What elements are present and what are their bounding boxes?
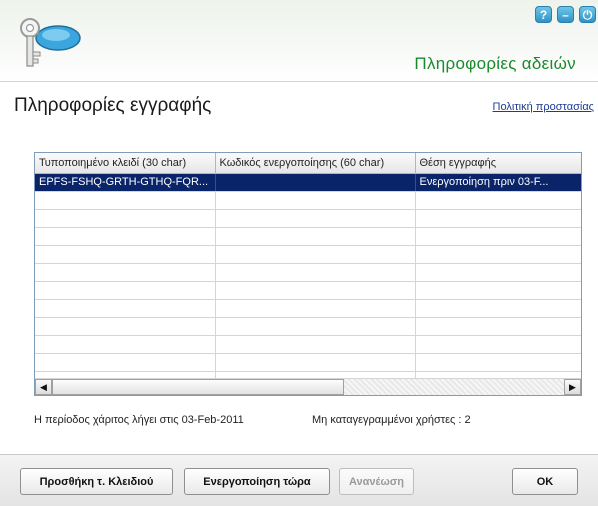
minimize-icon[interactable]: – <box>557 6 574 23</box>
app-header: ? – ⏻ Πληροφορίες αδειών <box>0 0 598 82</box>
table-cell-key[interactable]: EPFS-FSHQ-GRTH-GTHQ-FQR... <box>35 173 216 192</box>
table-cell[interactable] <box>35 317 216 336</box>
table-cell[interactable] <box>35 353 216 372</box>
scroll-thumb[interactable] <box>52 379 344 395</box>
table-cell[interactable] <box>35 299 216 318</box>
license-table: Τυποποιημένο κλειδί (30 char) Κωδικός εν… <box>35 153 581 390</box>
table-cell[interactable] <box>35 281 216 300</box>
table-cell[interactable] <box>215 335 416 354</box>
table-cell[interactable] <box>415 263 581 282</box>
table-cell[interactable] <box>415 209 581 228</box>
table-cell-activation-code[interactable] <box>215 173 416 192</box>
table-row[interactable] <box>35 281 581 300</box>
table-cell[interactable] <box>215 299 416 318</box>
table-row[interactable] <box>35 263 581 282</box>
table-cell[interactable] <box>215 353 416 372</box>
table-row[interactable] <box>35 227 581 246</box>
table-cell[interactable] <box>415 353 581 372</box>
privacy-policy-link[interactable]: Πολιτική προστασίας <box>493 101 594 113</box>
table-cell[interactable] <box>215 191 416 210</box>
window-controls: ? – ⏻ <box>535 6 596 23</box>
table-cell[interactable] <box>35 245 216 264</box>
table-row[interactable] <box>35 335 581 354</box>
table-cell[interactable] <box>415 227 581 246</box>
table-cell[interactable] <box>415 191 581 210</box>
table-row[interactable] <box>35 209 581 228</box>
table-cell[interactable] <box>35 263 216 282</box>
footer-bar: Προσθήκη τ. Κλειδιού Ενεργοποίηση τώρα Α… <box>0 454 598 506</box>
table-cell[interactable] <box>35 209 216 228</box>
table-row[interactable] <box>35 317 581 336</box>
table-cell[interactable] <box>215 281 416 300</box>
table-cell[interactable] <box>35 227 216 246</box>
grace-period-text: Η περίοδος χάριτος λήγει στις 03-Feb-201… <box>34 414 244 426</box>
table-cell[interactable] <box>415 299 581 318</box>
table-cell[interactable] <box>215 245 416 264</box>
table-cell-status[interactable]: Ενεργοποίηση πριν 03-F... <box>415 173 581 192</box>
table-row[interactable] <box>35 191 581 210</box>
scroll-left-icon[interactable]: ◀ <box>35 379 52 395</box>
license-grid: Τυποποιημένο κλειδί (30 char) Κωδικός εν… <box>34 152 582 396</box>
table-cell[interactable] <box>215 263 416 282</box>
refresh-button[interactable]: Ανανέωση <box>339 468 414 495</box>
column-header-registration-status[interactable]: Θέση εγγραφής <box>415 153 581 174</box>
table-cell[interactable] <box>35 191 216 210</box>
table-header-row: Τυποποιημένο κλειδί (30 char) Κωδικός εν… <box>35 153 581 174</box>
horizontal-scrollbar[interactable]: ◀ ▶ <box>35 378 581 395</box>
table-cell[interactable] <box>415 317 581 336</box>
unregistered-users-text: Μη καταγεγραμμένοι χρήστες : 2 <box>312 414 471 426</box>
help-icon[interactable]: ? <box>535 6 552 23</box>
table-row[interactable] <box>35 299 581 318</box>
scroll-track[interactable] <box>52 379 564 395</box>
table-cell[interactable] <box>415 245 581 264</box>
page-title: Πληροφορίες εγγραφής <box>14 95 212 116</box>
activate-now-button[interactable]: Ενεργοποίηση τώρα <box>184 468 330 495</box>
table-row[interactable]: EPFS-FSHQ-GRTH-GTHQ-FQR... Ενεργοποίηση … <box>35 173 581 192</box>
column-header-standard-key[interactable]: Τυποποιημένο κλειδί (30 char) <box>35 153 216 174</box>
table-row[interactable] <box>35 245 581 264</box>
table-body: EPFS-FSHQ-GRTH-GTHQ-FQR... Ενεργοποίηση … <box>35 173 581 390</box>
table-cell[interactable] <box>415 281 581 300</box>
power-icon[interactable]: ⏻ <box>579 6 596 23</box>
scroll-right-icon[interactable]: ▶ <box>564 379 581 395</box>
table-cell[interactable] <box>215 227 416 246</box>
ok-button[interactable]: OK <box>512 468 578 495</box>
app-title: Πληροφορίες αδειών <box>414 54 576 73</box>
keys-logo-icon <box>20 18 81 67</box>
add-key-button[interactable]: Προσθήκη τ. Κλειδιού <box>20 468 173 495</box>
table-row[interactable] <box>35 353 581 372</box>
column-header-activation-code[interactable]: Κωδικός ενεργοποίησης (60 char) <box>215 153 416 174</box>
table-cell[interactable] <box>215 317 416 336</box>
table-cell[interactable] <box>35 335 216 354</box>
table-cell[interactable] <box>415 335 581 354</box>
table-cell[interactable] <box>215 209 416 228</box>
